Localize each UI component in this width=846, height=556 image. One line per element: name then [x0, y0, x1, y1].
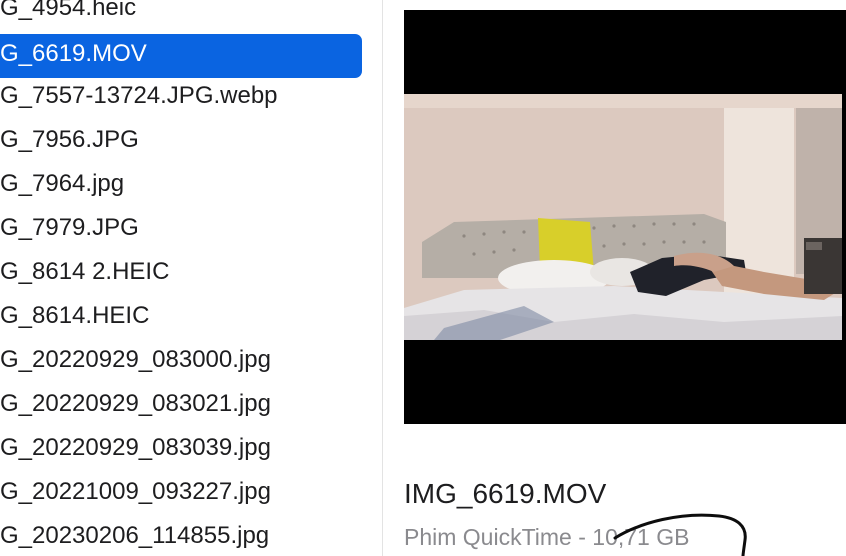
file-list-item[interactable]: G_4954.heic — [0, 0, 362, 33]
file-list-item-selected[interactable]: G_6619.MOV — [0, 34, 362, 78]
file-list-item[interactable]: G_8614 2.HEIC — [0, 253, 362, 297]
file-list-item[interactable]: G_7979.JPG — [0, 209, 362, 253]
file-list-item[interactable]: G_7557-13724.JPG.webp — [0, 77, 362, 121]
file-list-item[interactable]: G_7964.jpg — [0, 165, 362, 209]
file-list-item[interactable]: G_20220929_083039.jpg — [0, 429, 362, 473]
video-thumbnail[interactable] — [404, 10, 846, 424]
file-list-item[interactable]: G_20220929_083000.jpg — [0, 341, 362, 385]
file-list-column[interactable]: G_4954.heic G_6619.MOV G_7557-13724.JPG.… — [0, 0, 382, 556]
preview-pane: IMG_6619.MOV Phim QuickTime - 10,71 GB — [383, 0, 846, 556]
file-list-item[interactable]: G_20220929_083021.jpg — [0, 385, 362, 429]
finder-window: G_4954.heic G_6619.MOV G_7557-13724.JPG.… — [0, 0, 846, 556]
file-list-item[interactable]: G_7956.JPG — [0, 121, 362, 165]
preview-file-name: IMG_6619.MOV — [404, 478, 607, 509]
file-list-item[interactable]: G_20221009_093227.jpg — [0, 473, 362, 517]
video-thumbnail-image — [404, 10, 846, 424]
file-list-item[interactable]: G_20230206_114855.jpg — [0, 517, 362, 556]
preview-file-meta: Phim QuickTime - 10,71 GB — [404, 524, 690, 550]
file-list-item[interactable]: G_8614.HEIC — [0, 297, 362, 341]
